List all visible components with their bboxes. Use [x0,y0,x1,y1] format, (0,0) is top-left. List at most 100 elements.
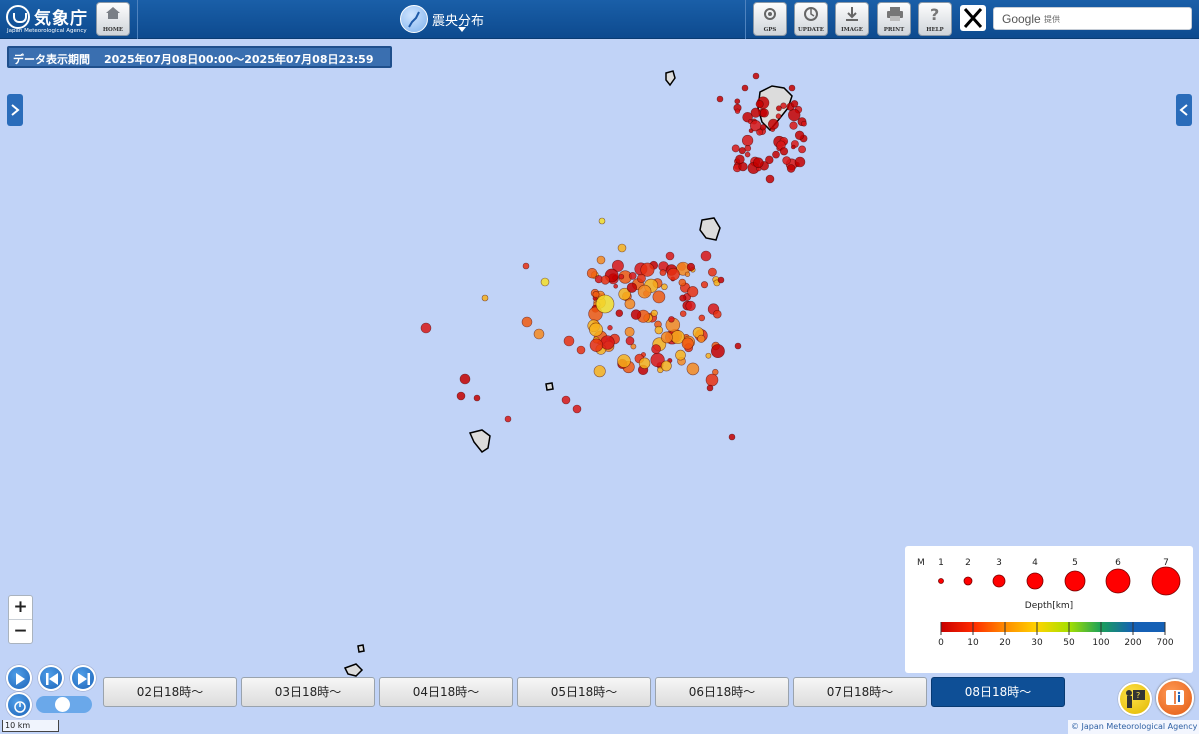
jma-logo[interactable]: 気象庁 Japan Meteorological Agency [6,4,94,35]
epicenter [613,283,619,289]
print-label: PRINT [883,27,905,33]
epicenter [456,391,466,401]
epicenter [626,282,638,293]
epicenter [789,121,798,130]
epicenter [540,277,550,287]
epicenter [563,335,575,347]
book-info-icon [1166,690,1184,705]
epicenter [700,250,712,262]
timeline-button[interactable]: 03日18時〜 [241,677,375,707]
update-icon [804,7,818,21]
magnitude-circle [1151,566,1181,596]
epicenter [779,147,789,156]
epicenter [607,325,613,331]
print-button[interactable]: PRINT [877,2,911,36]
island [665,70,676,87]
skip-back-icon [46,673,58,685]
epicenter [710,344,725,359]
skip-forward-button[interactable] [70,665,96,691]
zoom-in-button[interactable]: + [9,596,32,620]
epicenter [624,298,636,310]
right-panel-toggle[interactable] [1176,94,1192,126]
scale-bar: 10 km [2,720,59,732]
x-share-button[interactable] [960,5,986,31]
help-label: HELP [926,27,944,33]
epicenter [790,144,796,150]
guide-button[interactable]: ? [1118,682,1152,716]
animation-toggle[interactable] [36,696,92,713]
speed-button[interactable] [6,692,32,718]
epicenter [786,164,796,173]
epicenter [481,294,489,302]
home-button[interactable]: HOME [96,2,130,36]
epicenter [700,281,709,289]
epicenter [624,326,635,337]
epicenter [685,300,696,312]
svg-text:?: ? [930,6,939,22]
chevron-left-icon [1179,104,1188,116]
depth-tick-label: 10 [967,638,979,648]
depth-color-segment [1005,622,1037,632]
epicenter [650,309,658,317]
depth-tick-label: 100 [1092,638,1110,648]
epicenter [630,343,637,350]
japan-globe-icon [400,5,428,33]
island [545,382,554,391]
timeline-button[interactable]: 06日18時〜 [655,677,789,707]
epicenter [752,72,760,80]
epicenter [572,404,582,414]
google-brand: Google [1002,12,1041,26]
epicenter [734,108,741,114]
epicenter [798,145,807,154]
epicenter [756,128,764,136]
epicenter [576,345,586,355]
timer-icon [14,701,26,713]
toggle-knob [55,697,70,712]
epicenter [660,331,673,344]
epicenter [706,384,714,392]
search-input[interactable]: Google 提供 [993,7,1192,30]
timeline-button[interactable]: 08日18時〜 [931,677,1065,707]
gps-button[interactable]: GPS [753,2,787,36]
epicenter [790,100,799,108]
magnitude-circle [1105,568,1131,594]
epicenter [788,84,796,92]
image-button[interactable]: IMAGE [835,2,869,36]
depth-tick-label: 20 [999,638,1011,648]
epicenter [522,262,530,270]
play-button[interactable] [6,665,32,691]
attribution[interactable]: © Japan Meteorological Agency [1068,720,1199,734]
gps-label: GPS [763,27,777,33]
timeline-button[interactable]: 04日18時〜 [379,677,513,707]
epicenter [678,278,687,287]
epicenter [686,262,696,272]
zoom-out-button[interactable]: − [9,620,32,644]
left-panel-toggle[interactable] [7,94,23,126]
epicenter [698,314,706,322]
epicenter [598,217,606,225]
epicenter [705,373,719,387]
epicenter [772,150,780,159]
epicenter [521,316,533,328]
question-icon: ? [930,6,939,22]
update-button[interactable]: UPDATE [794,2,828,36]
timeline-button[interactable]: 07日18時〜 [793,677,927,707]
epicenter [659,269,667,276]
timeline-button[interactable]: 02日18時〜 [103,677,237,707]
epicenter [618,273,625,280]
manual-button[interactable] [1156,679,1194,717]
epicenter [744,151,751,158]
skip-forward-icon [78,673,90,685]
epicenter [617,354,631,368]
depth-color-segment [941,622,973,632]
help-button[interactable]: ? HELP [918,2,952,36]
epicenter [716,95,724,103]
skip-back-button[interactable] [38,665,64,691]
update-label: UPDATE [798,27,824,33]
zoom-control: + − [8,595,33,644]
logo-subtitle: Japan Meteorological Agency [7,28,87,34]
depth-color-segment [1101,622,1133,632]
epicenter [589,338,604,352]
depth-color-segment [1069,622,1101,632]
timeline-button[interactable]: 05日18時〜 [517,677,651,707]
